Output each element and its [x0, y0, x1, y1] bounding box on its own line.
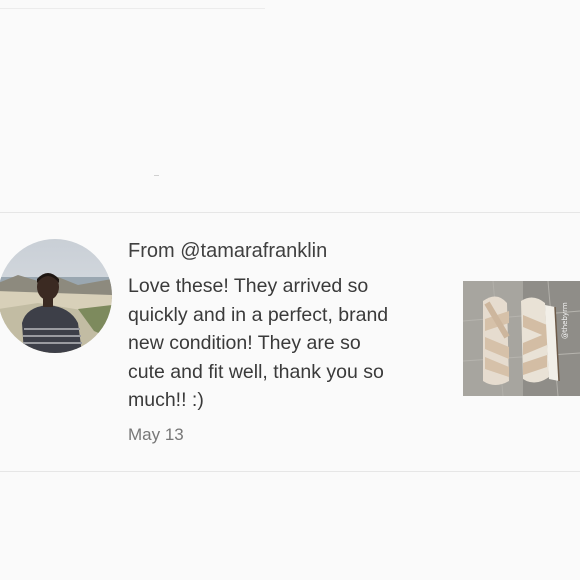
- review-text: Love these! They arrived so quickly and …: [128, 275, 389, 411]
- svg-text:@thebyrm: @thebyrm: [561, 302, 569, 339]
- divider: [154, 175, 159, 176]
- sandal-photo-icon: @thebyrm: [463, 281, 580, 396]
- review-date: May 13: [128, 424, 184, 444]
- review-author[interactable]: From @tamarafranklin: [128, 239, 448, 263]
- product-thumbnail[interactable]: @thebyrm: [463, 281, 580, 396]
- review-card: From @tamarafranklin Love these! They ar…: [0, 212, 580, 472]
- review-body: From @tamarafranklin Love these! They ar…: [128, 239, 448, 445]
- user-photo-icon: [0, 239, 112, 353]
- review-page: From @tamarafranklin Love these! They ar…: [0, 0, 580, 580]
- avatar[interactable]: [0, 239, 112, 353]
- divider: [0, 8, 265, 9]
